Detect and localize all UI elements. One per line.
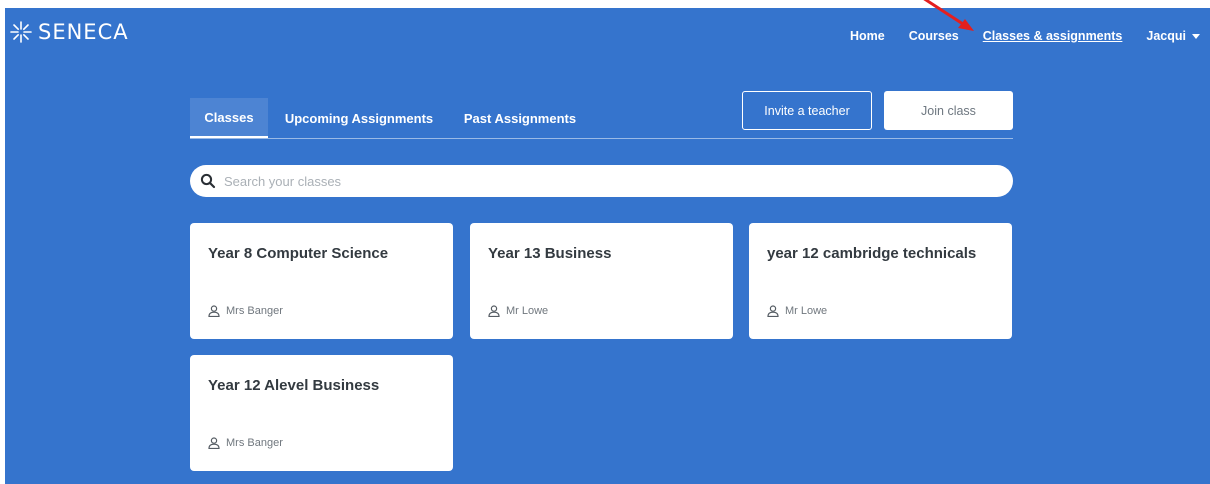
nav-link-classes-assignments[interactable]: Classes & assignments: [983, 29, 1123, 43]
search-input[interactable]: [224, 173, 984, 189]
class-teacher: Mrs Banger: [208, 437, 283, 449]
tab-classes[interactable]: Classes: [190, 98, 268, 138]
nav-link-home[interactable]: Home: [850, 29, 885, 43]
class-teacher: Mr Lowe: [488, 305, 548, 317]
tab-past-assignments[interactable]: Past Assignments: [460, 98, 580, 138]
user-name: Jacqui: [1146, 29, 1186, 43]
class-title: Year 8 Computer Science: [208, 245, 389, 262]
class-title: year 12 cambridge technicals: [767, 245, 977, 262]
class-card[interactable]: Year 13 Business Mr Lowe: [470, 223, 733, 339]
chevron-down-icon: [1192, 33, 1200, 39]
teacher-name: Mrs Banger: [226, 305, 283, 317]
class-title: Year 13 Business: [488, 245, 612, 262]
person-icon: [488, 305, 500, 317]
class-card[interactable]: Year 8 Computer Science Mrs Banger: [190, 223, 453, 339]
teacher-name: Mr Lowe: [506, 305, 549, 317]
class-teacher: Mr Lowe: [767, 305, 827, 317]
search-icon: [200, 173, 216, 189]
person-icon: [208, 437, 220, 449]
person-icon: [767, 305, 779, 317]
invite-teacher-button[interactable]: Invite a teacher: [742, 91, 872, 130]
brand-logo[interactable]: SENECA: [10, 20, 129, 44]
app-window: SENECA Home Courses Classes & assignment…: [0, 0, 1210, 484]
class-teacher: Mrs Banger: [208, 305, 283, 317]
seneca-logo-icon: [10, 21, 32, 43]
person-icon: [208, 305, 220, 317]
teacher-name: Mrs Banger: [226, 437, 283, 449]
teacher-name: Mr Lowe: [785, 305, 828, 317]
class-card[interactable]: Year 12 Alevel Business Mrs Banger: [190, 355, 453, 471]
class-card[interactable]: year 12 cambridge technicals Mr Lowe: [749, 223, 1012, 339]
search-bar: [190, 165, 1013, 197]
user-menu[interactable]: Jacqui: [1146, 29, 1200, 43]
class-title: Year 12 Alevel Business: [208, 377, 380, 394]
annotation-arrow-icon: [923, 0, 974, 31]
tab-upcoming-assignments[interactable]: Upcoming Assignments: [284, 98, 434, 138]
join-class-button[interactable]: Join class: [884, 91, 1013, 130]
brand-name: SENECA: [38, 20, 129, 44]
